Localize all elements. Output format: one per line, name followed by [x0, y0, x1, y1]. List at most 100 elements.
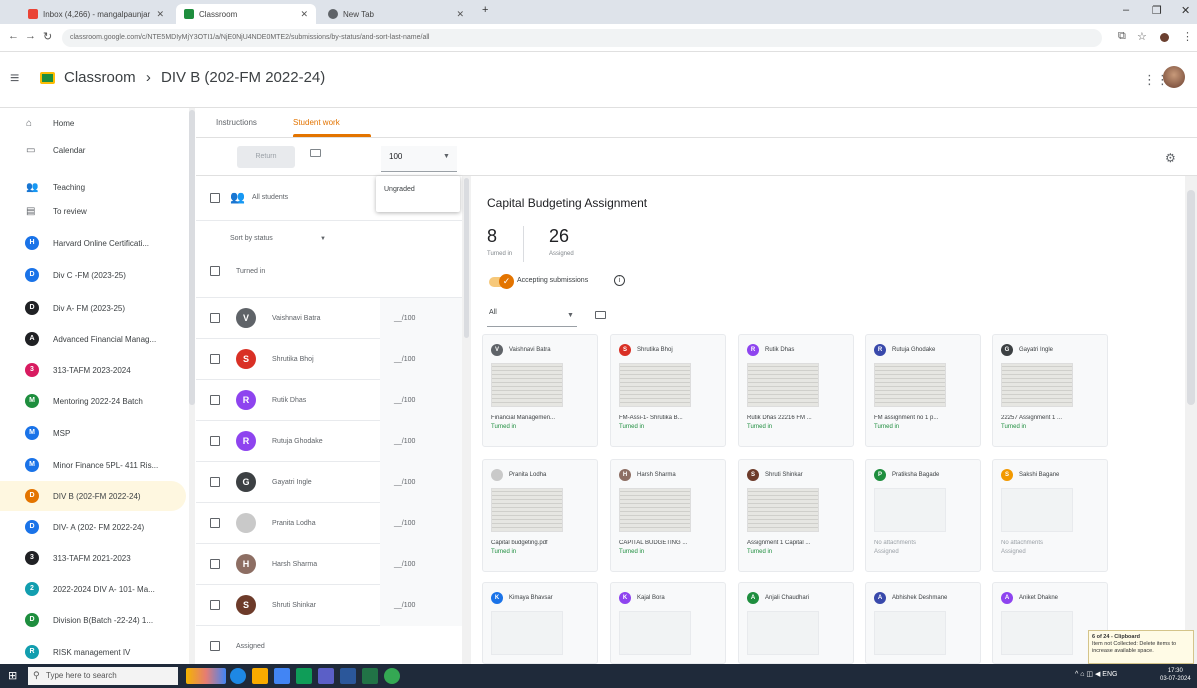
submission-card[interactable]: S Shruti Shinkar Assignment 1 Capital ... T…	[738, 459, 854, 572]
right-scrollbar-thumb[interactable]	[1187, 190, 1195, 405]
sidebar-item[interactable]: ▤ To review	[0, 196, 186, 226]
student-row[interactable]: H Harsh Sharma __/100	[196, 544, 466, 585]
student-row[interactable]: Pranita Lodha __/100	[196, 503, 466, 544]
browser-tab-classroom[interactable]: Classroom ✕	[176, 4, 316, 24]
student-row[interactable]: G Gayatri Ingle __/100	[196, 462, 466, 503]
classroom-logo[interactable]	[40, 72, 55, 84]
submission-card[interactable]: S Sakshi Bagane No attachments Assigned	[992, 459, 1108, 572]
folder-icon[interactable]	[595, 311, 606, 319]
sort-dropdown[interactable]: Sort by status	[230, 235, 273, 242]
tab-instructions[interactable]: Instructions	[216, 118, 257, 127]
list-scrollbar-thumb[interactable]	[464, 178, 469, 338]
excel-icon[interactable]	[362, 668, 378, 684]
student-checkbox[interactable]	[210, 313, 220, 323]
taskbar-pinned-thumbnail[interactable]	[186, 668, 226, 684]
close-icon[interactable]: ✕	[156, 9, 164, 20]
student-row[interactable]: R Rutuja Ghodake __/100	[196, 421, 466, 462]
clock[interactable]: 17:30 03-07-2024	[1160, 667, 1191, 683]
student-row[interactable]: S Shruti Shinkar __/100	[196, 585, 466, 626]
submission-card[interactable]: V Vaishnavi Batra Financial Managemen... Tu…	[482, 334, 598, 447]
check-icon[interactable]: ✓	[499, 274, 514, 289]
submission-card[interactable]: G Gayatri Ingle 22257 Assignment 1 ... Turn…	[992, 334, 1108, 447]
forward-icon[interactable]: →	[25, 30, 36, 42]
new-tab-icon[interactable]: +	[482, 4, 488, 16]
url-input[interactable]: classroom.google.com/c/NTE5MDIyMjY3OTI1/…	[62, 29, 1102, 47]
student-checkbox[interactable]	[210, 395, 220, 405]
store-icon[interactable]	[274, 668, 290, 684]
sidebar-item[interactable]: 2 2022-2024 DIV A- 101- Ma...	[0, 574, 186, 604]
grade-field[interactable]: __/100	[380, 421, 464, 462]
sidebar-item[interactable]: D DIV B (202-FM 2022-24)	[0, 481, 186, 511]
sidebar-item[interactable]: M Minor Finance 5PL- 411 Ris...	[0, 450, 186, 480]
student-checkbox[interactable]	[210, 354, 220, 364]
attachment-thumbnail[interactable]	[1001, 363, 1073, 407]
profile-icon[interactable]	[1160, 33, 1169, 42]
close-window-icon[interactable]: ✕	[1181, 4, 1190, 17]
grade-field[interactable]: __/100	[380, 298, 464, 339]
sidebar-item[interactable]: D Div A- FM (2023-25)	[0, 293, 186, 323]
attachment-thumbnail[interactable]	[619, 488, 691, 532]
submission-card[interactable]: R Rutik Dhas Rutik Dhas 22216 FM ... Turned…	[738, 334, 854, 447]
sidebar-item[interactable]: 3 313-TAFM 2023-2024	[0, 355, 186, 385]
maximize-icon[interactable]: ❐	[1152, 4, 1162, 17]
return-button[interactable]: Return	[237, 146, 295, 168]
turned-in-checkbox[interactable]	[210, 266, 220, 276]
sidebar-item[interactable]: A Advanced Financial Manag...	[0, 324, 186, 354]
grade-field[interactable]: __/100	[380, 339, 464, 380]
student-checkbox[interactable]	[210, 600, 220, 610]
sidebar-scrollbar-thumb[interactable]	[189, 110, 195, 405]
submission-card[interactable]: H Harsh Sharma CAPITAL BUDGETING ... Turned…	[610, 459, 726, 572]
email-icon[interactable]	[310, 149, 321, 157]
submission-card[interactable]: S Shrutika Bhoj FM-Assi-1- Shrutika B... Tu…	[610, 334, 726, 447]
bookmark-star-icon[interactable]: ☆	[1137, 30, 1147, 43]
minimize-icon[interactable]: –	[1123, 4, 1129, 16]
browser-tab-gmail[interactable]: Inbox (4,266) - mangalpaunjar ✕	[20, 4, 172, 24]
sidebar-item[interactable]: H Harvard Online Certificati...	[0, 228, 186, 258]
submission-card[interactable]: P Pratiksha Bagade No attachments Assigned	[865, 459, 981, 572]
sidebar-item[interactable]: D DIV- A (202- FM 2022-24)	[0, 512, 186, 542]
grade-field[interactable]: __/100	[380, 503, 464, 544]
points-option-ungraded[interactable]: Ungraded	[384, 186, 415, 193]
status-filter-dropdown[interactable]	[487, 305, 577, 327]
grade-field[interactable]: __/100	[380, 380, 464, 421]
submission-card[interactable]: R Rutuja Ghodake FM assignment no 1 p... Tu…	[865, 334, 981, 447]
attachment-thumbnail[interactable]	[619, 363, 691, 407]
attachment-thumbnail[interactable]	[491, 488, 563, 532]
tab-student-work[interactable]: Student work	[293, 118, 340, 127]
sidebar-item[interactable]: D Division B(Batch -22-24) 1...	[0, 605, 186, 635]
sidebar-item[interactable]: M Mentoring 2022-24 Batch	[0, 386, 186, 416]
student-checkbox[interactable]	[210, 436, 220, 446]
student-row[interactable]: S Shrutika Bhoj __/100	[196, 339, 466, 380]
info-icon[interactable]: i	[614, 275, 625, 286]
select-all-checkbox[interactable]	[210, 193, 220, 203]
submission-card[interactable]: K Kimaya Bhavsar	[482, 582, 598, 664]
sidebar-item[interactable]: D Div C -FM (2023-25)	[0, 260, 186, 290]
breadcrumb-class[interactable]: DIV B (202-FM 2022-24)	[161, 69, 325, 86]
hamburger-menu-icon[interactable]: ≡	[10, 70, 19, 88]
submission-card[interactable]: A Anjali Chaudhari	[738, 582, 854, 664]
grade-field[interactable]: __/100	[380, 544, 464, 585]
grade-field[interactable]: __/100	[380, 462, 464, 503]
breadcrumb-app[interactable]: Classroom	[64, 69, 136, 86]
student-checkbox[interactable]	[210, 518, 220, 528]
submission-card[interactable]: K Kajal Bora	[610, 582, 726, 664]
taskbar-search-input[interactable]: Type here to search	[28, 667, 178, 685]
submission-card[interactable]: Pranita Lodha Capital budgeting.pdf Turned…	[482, 459, 598, 572]
back-icon[interactable]: ←	[8, 30, 19, 42]
assigned-checkbox[interactable]	[210, 641, 220, 651]
attachment-thumbnail[interactable]	[747, 488, 819, 532]
student-row[interactable]: R Rutik Dhas __/100	[196, 380, 466, 421]
reload-icon[interactable]: ↻	[43, 30, 52, 43]
sidebar-item[interactable]: M MSP	[0, 418, 186, 448]
file-explorer-icon[interactable]	[252, 668, 268, 684]
sidebar-item[interactable]: 3 313-TAFM 2021-2023	[0, 543, 186, 573]
student-checkbox[interactable]	[210, 559, 220, 569]
gear-icon[interactable]: ⚙	[1165, 151, 1176, 165]
attachment-thumbnail[interactable]	[874, 363, 946, 407]
teams-icon[interactable]	[318, 668, 334, 684]
edge-icon[interactable]	[230, 668, 246, 684]
mail-icon[interactable]	[296, 668, 312, 684]
windows-start-icon[interactable]: ⊞	[8, 670, 20, 682]
language-indicator[interactable]: ENG	[1102, 671, 1117, 678]
system-tray[interactable]: ^ ⌂ ◫ ◀ ENG	[1075, 670, 1117, 678]
